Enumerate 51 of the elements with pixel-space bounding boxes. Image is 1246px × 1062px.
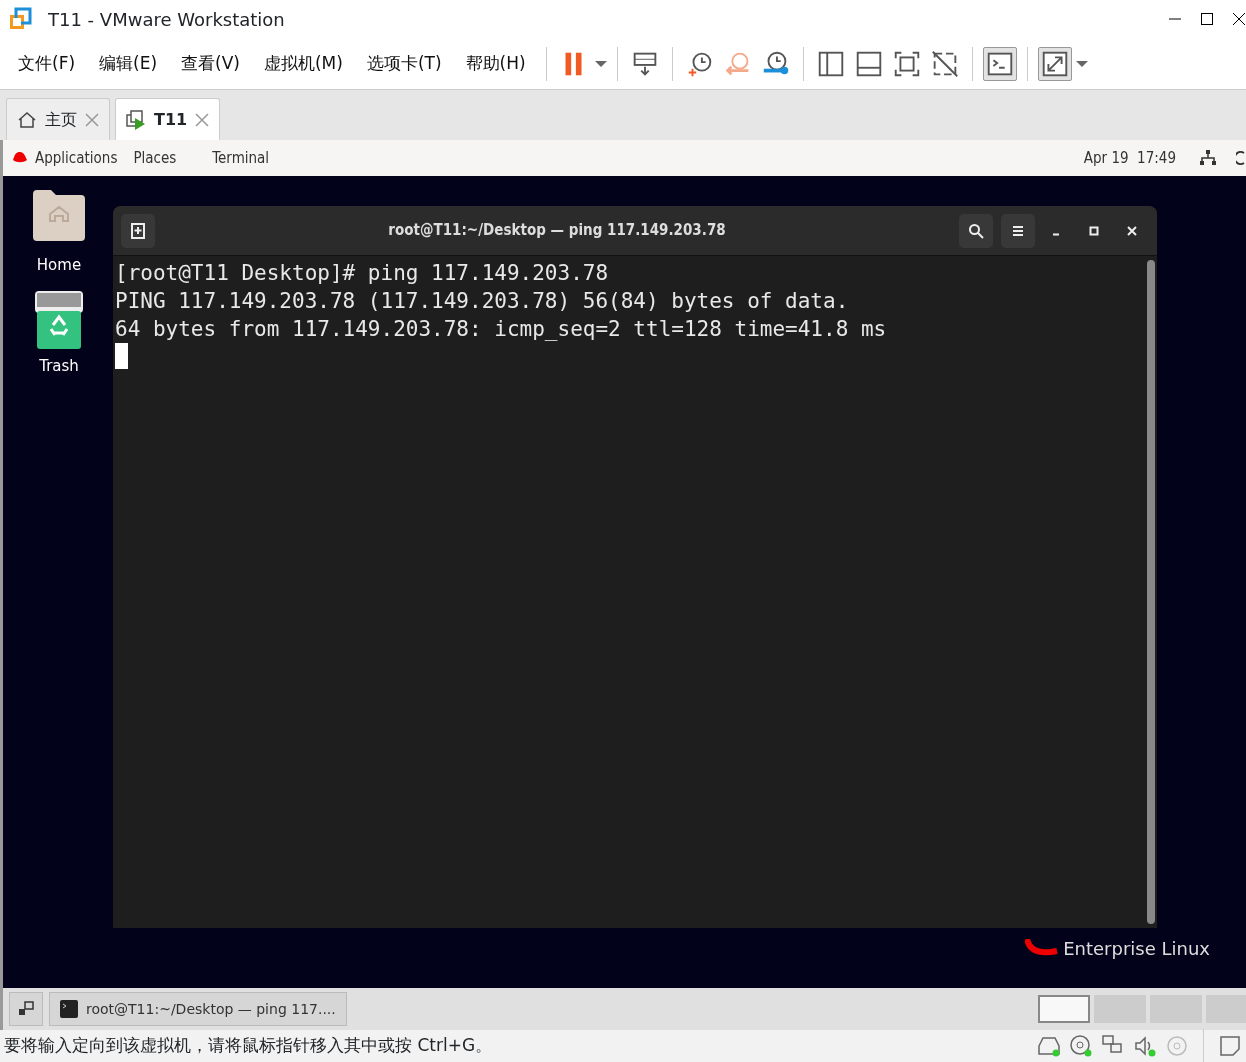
close-icon[interactable] [1232, 12, 1246, 26]
terminal-line: 64 bytes from 117.149.203.78: icmp_seq=2 ttl=128 time=41.8 ms [115, 316, 888, 343]
terminal-line: PING 117.149.203.78 (117.149.203.78) 56(84) bytes of data. [115, 288, 850, 315]
close-icon [1125, 223, 1139, 238]
menu-item[interactable]: 选项卡(T) [356, 46, 452, 81]
minimize-icon [1052, 233, 1060, 236]
note-icon[interactable] [1218, 1034, 1242, 1058]
desktop-icon-label[interactable]: Trash [39, 354, 79, 377]
workspace-thumbnail[interactable] [1038, 995, 1090, 1023]
new-tab-icon [130, 222, 146, 239]
power-icon[interactable] [1236, 150, 1246, 166]
taskbar-window-button[interactable]: root@T11:~/Desktop — ping 117.... [49, 992, 347, 1026]
search-icon [968, 222, 984, 239]
windows-icon [18, 1001, 34, 1017]
desktop-icon-label[interactable]: Home [36, 254, 82, 277]
console-button[interactable] [982, 46, 1017, 81]
menu-item[interactable]: 文件(F) [8, 46, 86, 81]
menu-item[interactable]: 编辑(E) [89, 46, 168, 81]
speaker-icon[interactable] [1133, 1034, 1157, 1058]
app-logo-icon [8, 7, 32, 31]
menu-item[interactable]: 虚拟机(M) [253, 46, 353, 81]
menu-button[interactable] [1001, 213, 1035, 248]
home-icon [17, 109, 37, 130]
caret-icon[interactable] [594, 59, 607, 68]
text-cursor [115, 343, 128, 369]
top-bar-menu[interactable]: Applications [35, 146, 118, 170]
terminal-line: [root@T11 Desktop]# ping 117.149.203.78 [115, 260, 610, 287]
stretch-button[interactable] [1037, 46, 1072, 81]
menu-item[interactable]: 帮助(H) [455, 46, 536, 81]
trash-icon[interactable] [33, 288, 85, 351]
network-icon[interactable] [1200, 150, 1216, 166]
tab[interactable]: T11 [115, 98, 221, 140]
menu-item[interactable]: 查看(V) [171, 46, 250, 81]
terminal-title: root@T11:~/Desktop — ping 117.149.203.78 [387, 220, 727, 242]
window-title: T11 - VMware Workstation [48, 7, 285, 32]
top-bar-menu[interactable]: Places [133, 146, 177, 170]
show-desktop-button[interactable] [9, 992, 43, 1026]
terminal-icon [60, 1000, 78, 1018]
new-tab-button[interactable] [121, 213, 155, 248]
maximize-icon[interactable] [1200, 12, 1214, 26]
top-bar-menu[interactable]: Terminal [212, 146, 270, 170]
menu-icon [1011, 223, 1025, 238]
brand-text: Enterprise Linux [1063, 937, 1210, 961]
tab[interactable]: 主页 [6, 98, 110, 140]
clock[interactable]: Apr 19 17:49 [1083, 146, 1176, 170]
search-button[interactable] [959, 213, 993, 248]
status-message: 要将输入定向到该虚拟机，请将鼠标指针移入其中或按 Ctrl+G。 [4, 1034, 493, 1058]
vm-play-icon [126, 109, 146, 130]
caret-icon[interactable] [1075, 59, 1088, 68]
scrollbar-thumb[interactable] [1147, 260, 1155, 924]
cd-icon[interactable] [1069, 1034, 1093, 1058]
